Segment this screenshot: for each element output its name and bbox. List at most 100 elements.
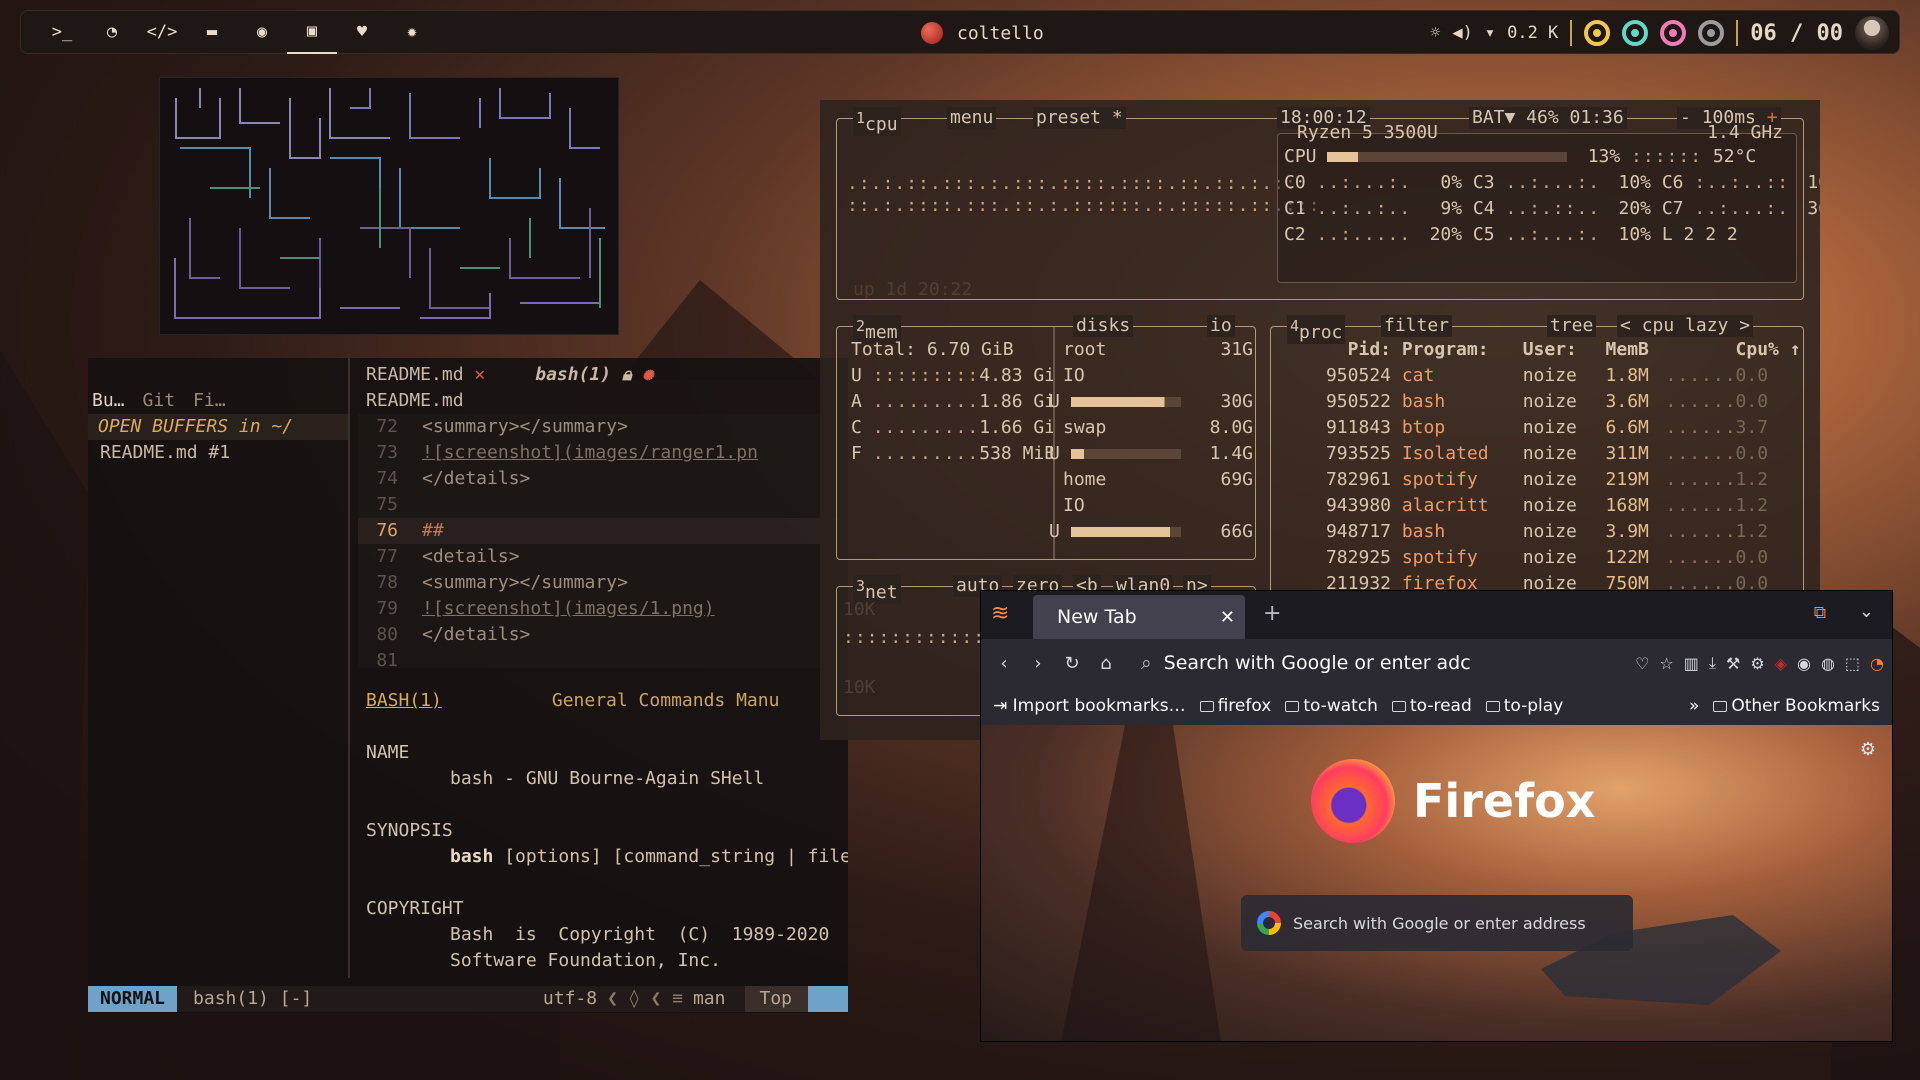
wrench-icon[interactable]: ⚒ [1726, 654, 1740, 673]
core-row: C1 ..:..:.. 9% C4 ..:.::.. 20% C7 ..:...… [1284, 198, 1820, 219]
tab-manager-icon[interactable]: ⧉ [1814, 603, 1826, 623]
pocket-icon[interactable]: ♡ [1635, 654, 1649, 673]
ublock-icon[interactable]: ◈ [1775, 654, 1787, 673]
io-title[interactable]: io [1207, 315, 1235, 337]
folder-icon[interactable]: ▬ [187, 10, 237, 54]
filter-button[interactable]: filter [1381, 315, 1453, 337]
search-box[interactable]: Search with Google or enter address [1241, 895, 1633, 951]
record-icon [921, 22, 943, 44]
location-icon[interactable]: ◉ [1797, 654, 1811, 673]
ring-indicator-teal[interactable] [1622, 20, 1649, 46]
bookmark-other[interactable]: » Other Bookmarks [1689, 696, 1880, 716]
status-file: bash(1) [-] [193, 988, 313, 1009]
tab-git[interactable]: Git [143, 388, 176, 414]
spotify-icon[interactable]: ◉ [237, 10, 287, 54]
neovim-window[interactable]: Bu… Git Fi… OPEN BUFFERS in ~/ README.md… [88, 358, 848, 1013]
bookmark-star-icon[interactable]: ☆ [1659, 654, 1673, 673]
extensions-icon[interactable]: ⬚ [1845, 654, 1860, 673]
mem-row-free: F .........538 MiB [851, 443, 1056, 464]
bookmark-firefox[interactable]: firefox [1199, 696, 1271, 716]
back-button[interactable]: ‹ [987, 653, 1021, 674]
uptime: up 1d 20:22 [853, 279, 973, 300]
cpu-total-bar [1327, 152, 1568, 162]
close-icon[interactable]: ✕ [474, 364, 485, 385]
code-icon[interactable]: </> [137, 10, 187, 54]
search-placeholder: Search with Google or enter address [1293, 913, 1586, 933]
globe-icon[interactable]: ◍ [1821, 654, 1835, 673]
cpu-box: 1cpu menu preset * 18:00:12 BAT▼ 46% 01:… [836, 107, 1820, 300]
code-line: 75 [376, 494, 398, 515]
tree-button[interactable]: tree [1547, 315, 1597, 337]
process-row[interactable]: 782925 spotify noize 122M ......0.0 [1281, 547, 1791, 569]
chevron-down-icon[interactable]: ⌄ [1859, 601, 1874, 622]
library-icon[interactable]: ▥ [1684, 654, 1699, 673]
ring-indicator-yellow[interactable] [1584, 20, 1611, 46]
code-line: 80 </details> [376, 624, 531, 645]
process-row[interactable]: 943980 alacritt noize 168M ......1.2 [1281, 495, 1791, 517]
terminal-icon[interactable]: >_ [37, 10, 87, 54]
pipes-terminal[interactable] [159, 77, 619, 335]
reload-button[interactable]: ↻ [1055, 653, 1089, 674]
preset-button[interactable]: preset * [1033, 107, 1126, 129]
new-tab-button[interactable]: + [1263, 601, 1281, 626]
open-buffers-header: OPEN BUFFERS in ~/ [88, 414, 348, 440]
firefox-window[interactable]: ≋ New Tab ✕ + ⧉ ⌄ ‹ › ↻ ⌂ ⌕ Search with … [980, 590, 1893, 1042]
close-icon[interactable]: ✕ [1220, 607, 1235, 628]
disk-io-label: IO [1063, 365, 1085, 386]
tab-new-tab[interactable]: New Tab ✕ [1033, 595, 1245, 639]
firefox-icon[interactable]: ◔ [87, 10, 137, 54]
tab-files[interactable]: Fi… [193, 388, 226, 414]
man-section-name: NAME [366, 742, 410, 763]
gear-icon[interactable]: ⚙ [1860, 739, 1876, 760]
disks-title[interactable]: disks [1073, 315, 1134, 337]
forward-button[interactable]: › [1021, 653, 1055, 674]
heart-monitor-icon[interactable]: ♥ [337, 10, 387, 54]
man-page[interactable]: BASH(1) General Commands Manu NAME bash -… [358, 688, 848, 978]
sidebar: Bu… Git Fi… OPEN BUFFERS in ~/ README.md… [88, 358, 350, 978]
process-row[interactable]: 950524 cat noize 1.8M ......0.0 [1281, 365, 1791, 387]
bookmark-to-play[interactable]: to-play [1485, 696, 1563, 716]
code-line: 72 <summary></summary> [376, 416, 628, 437]
process-row[interactable]: 782961 spotify noize 219M ......1.2 [1281, 469, 1791, 491]
eye-icon[interactable]: ≋ [991, 601, 1009, 626]
avatar[interactable] [1855, 16, 1889, 50]
image-icon[interactable]: ▣ [287, 10, 337, 54]
volume-icon[interactable]: ◀) [1452, 23, 1472, 43]
sidebar-tabs: Bu… Git Fi… [88, 388, 348, 414]
code-buffer[interactable]: 72 <summary></summary> 73 ![screenshot](im… [358, 414, 848, 671]
ring-indicator-gray[interactable] [1698, 20, 1725, 46]
gear-icon[interactable]: ✹ [387, 10, 437, 54]
disk-swap-bar [1070, 449, 1181, 459]
status-filetype: man [692, 988, 726, 1009]
editor-pane[interactable]: README.md ✕ bash(1) 🔒︎ ✺ README.md 72 <su… [358, 358, 848, 978]
bookmark-import[interactable]: ⇥ Import bookmarks… [993, 696, 1186, 716]
brightness-icon[interactable]: ☼ [1430, 23, 1440, 43]
buffer-item[interactable]: README.md #1 [88, 440, 348, 466]
code-line: 74 </details> [376, 468, 531, 489]
tab-buffers[interactable]: Bu… [92, 388, 125, 414]
chevron-right-icon[interactable]: » [1689, 696, 1699, 716]
download-icon[interactable]: ⤓ [1709, 653, 1716, 673]
cpu-graph: .:.:.::.:::.:.:::.::::.::::.::.::.:.::::… [847, 173, 1321, 216]
mem-box: 2mem disks io Total: 6.70 GiB U ::::::::… [836, 315, 1256, 560]
bookmark-to-watch[interactable]: to-watch [1285, 696, 1378, 716]
process-row[interactable]: 793525 Isolated noize 311M ......0.0 [1281, 443, 1791, 465]
ring-indicator-pink[interactable] [1660, 20, 1687, 46]
bookmark-to-read[interactable]: to-read [1391, 696, 1472, 716]
menu-button[interactable]: menu [947, 107, 997, 129]
core-row: C0 ..:...:. 0% C3 ..:...:. 10% C6 :..:..… [1284, 172, 1820, 193]
tab-readme[interactable]: README.md ✕ [366, 362, 485, 388]
wifi-icon[interactable]: ▾ [1485, 23, 1495, 43]
firefox-account-icon[interactable]: ◔ [1870, 654, 1884, 673]
disk-root-bar [1070, 397, 1181, 407]
disk-home: home 69G [1063, 469, 1253, 490]
sort-selector[interactable]: < cpu lazy > [1617, 315, 1754, 337]
process-row[interactable]: 911843 btop noize 6.6M ......3.7 [1281, 417, 1791, 439]
core-row: C2 ..:..... 20% C5 ..:...:. 10% L 2 2 2 [1284, 224, 1738, 245]
home-button[interactable]: ⌂ [1089, 653, 1123, 674]
tab-bash[interactable]: bash(1) 🔒︎ ✺ [535, 362, 653, 388]
process-row[interactable]: 950522 bash noize 3.6M ......0.0 [1281, 391, 1791, 413]
url-bar[interactable]: ⌕ Search with Google or enter adc [1141, 643, 1481, 683]
settings-icon[interactable]: ⚙ [1750, 654, 1764, 673]
process-row[interactable]: 948717 bash noize 3.9M ......1.2 [1281, 521, 1791, 543]
